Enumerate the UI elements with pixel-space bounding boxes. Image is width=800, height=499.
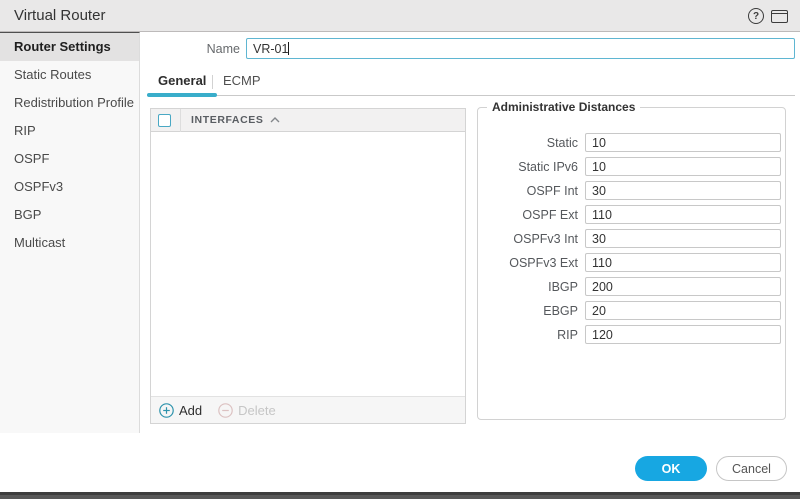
rip-input[interactable]: [585, 325, 781, 344]
administrative-distances-legend: Administrative Distances: [487, 100, 641, 114]
ospfv3-ext-input[interactable]: [585, 253, 781, 272]
interfaces-table: INTERFACES Add Delete: [150, 108, 466, 424]
dialog-titlebar: Virtual Router ?: [0, 0, 800, 32]
interfaces-column-header[interactable]: INTERFACES: [191, 114, 280, 126]
ebgp-input[interactable]: [585, 301, 781, 320]
sidebar: Router Settings Static Routes Redistribu…: [0, 32, 140, 433]
column-divider: [180, 108, 181, 132]
interfaces-table-body: [151, 132, 465, 396]
admin-distance-row: IBGP: [478, 277, 785, 296]
sidebar-item-bgp[interactable]: BGP: [0, 201, 139, 229]
ibgp-label: IBGP: [548, 280, 578, 294]
ok-button[interactable]: OK: [635, 456, 707, 481]
tab-ecmp[interactable]: ECMP: [223, 73, 261, 88]
interfaces-table-footer: Add Delete: [151, 396, 465, 423]
name-input[interactable]: [246, 38, 795, 59]
sidebar-item-static-routes[interactable]: Static Routes: [0, 61, 139, 89]
administrative-distances-panel: Administrative Distances Static Static I…: [477, 100, 786, 420]
sidebar-item-rip[interactable]: RIP: [0, 117, 139, 145]
sidebar-item-multicast[interactable]: Multicast: [0, 229, 139, 257]
ibgp-input[interactable]: [585, 277, 781, 296]
interfaces-column-label: INTERFACES: [191, 114, 264, 126]
active-tab-underline: [147, 93, 217, 97]
titlebar-icons: ?: [748, 0, 788, 32]
sidebar-item-redistribution-profile[interactable]: Redistribution Profile: [0, 89, 139, 117]
admin-distance-row: Static IPv6: [478, 157, 785, 176]
tab-divider: [212, 75, 213, 89]
ospfv3-ext-label: OSPFv3 Ext: [509, 256, 578, 270]
cancel-button[interactable]: Cancel: [716, 456, 787, 481]
static-input[interactable]: [585, 133, 781, 152]
sidebar-item-ospf[interactable]: OSPF: [0, 145, 139, 173]
tab-baseline: [147, 95, 795, 96]
admin-distance-row: OSPF Int: [478, 181, 785, 200]
ebgp-label: EBGP: [543, 304, 578, 318]
window-icon[interactable]: [771, 9, 788, 23]
admin-distance-row: RIP: [478, 325, 785, 344]
add-button[interactable]: Add: [159, 403, 202, 418]
add-button-label: Add: [179, 402, 203, 418]
delete-button-label: Delete: [238, 402, 276, 418]
virtual-router-dialog: Virtual Router ? Router Settings Static …: [0, 0, 800, 499]
select-all-checkbox[interactable]: [158, 113, 171, 127]
sidebar-item-ospfv3[interactable]: OSPFv3: [0, 173, 139, 201]
delete-icon: [218, 402, 233, 418]
add-icon: [159, 402, 174, 418]
ospfv3-int-input[interactable]: [585, 229, 781, 248]
admin-distance-row: OSPFv3 Ext: [478, 253, 785, 272]
ospf-int-input[interactable]: [585, 181, 781, 200]
dialog-title: Virtual Router: [14, 7, 106, 24]
text-caret: [288, 42, 289, 55]
tab-general[interactable]: General: [158, 73, 206, 88]
dialog-bottom-edge: [0, 492, 800, 499]
admin-distance-row: Static: [478, 133, 785, 152]
name-label: Name: [206, 42, 240, 56]
ospf-int-label: OSPF Int: [526, 184, 578, 198]
sort-ascending-icon: [270, 117, 280, 123]
interfaces-table-header: INTERFACES: [151, 108, 465, 132]
admin-distance-row: OSPF Ext: [478, 205, 785, 224]
sidebar-item-router-settings[interactable]: Router Settings: [0, 33, 139, 61]
help-icon[interactable]: ?: [748, 8, 764, 24]
rip-label: RIP: [557, 328, 578, 342]
ospf-ext-label: OSPF Ext: [522, 208, 578, 222]
ospfv3-int-label: OSPFv3 Int: [513, 232, 578, 246]
admin-distance-row: OSPFv3 Int: [478, 229, 785, 248]
static-ipv6-label: Static IPv6: [518, 160, 578, 174]
admin-distance-row: EBGP: [478, 301, 785, 320]
ospf-ext-input[interactable]: [585, 205, 781, 224]
static-ipv6-input[interactable]: [585, 157, 781, 176]
delete-button[interactable]: Delete: [218, 403, 276, 418]
static-label: Static: [546, 136, 578, 150]
